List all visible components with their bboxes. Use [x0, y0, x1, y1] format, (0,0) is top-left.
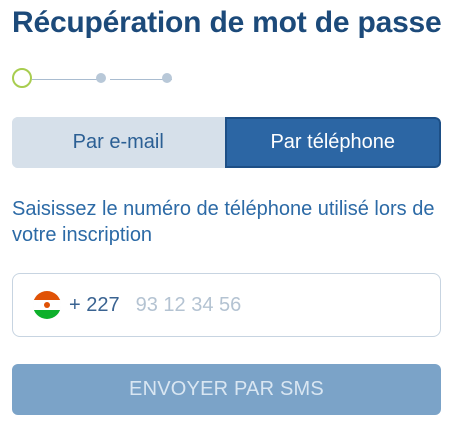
- instruction-text: Saisissez le numéro de téléphone utilisé…: [12, 198, 435, 246]
- phone-input[interactable]: [133, 292, 358, 318]
- stepper-step-2: [96, 73, 106, 83]
- stepper-step-1-active: [12, 68, 32, 88]
- niger-flag-icon[interactable]: [33, 291, 61, 319]
- stepper-line: [32, 79, 100, 80]
- send-sms-button[interactable]: ENVOYER PAR SMS: [12, 364, 441, 415]
- progress-stepper: [12, 68, 182, 92]
- tab-phone[interactable]: Par téléphone: [224, 117, 441, 168]
- country-code[interactable]: + 227: [69, 294, 120, 317]
- recovery-method-tabs: Par e-mail Par téléphone: [12, 117, 441, 168]
- stepper-step-3: [162, 73, 172, 83]
- phone-field[interactable]: + 227: [12, 273, 441, 337]
- page-title: Récupération de mot de passe: [12, 6, 442, 39]
- tab-email[interactable]: Par e-mail: [12, 117, 225, 168]
